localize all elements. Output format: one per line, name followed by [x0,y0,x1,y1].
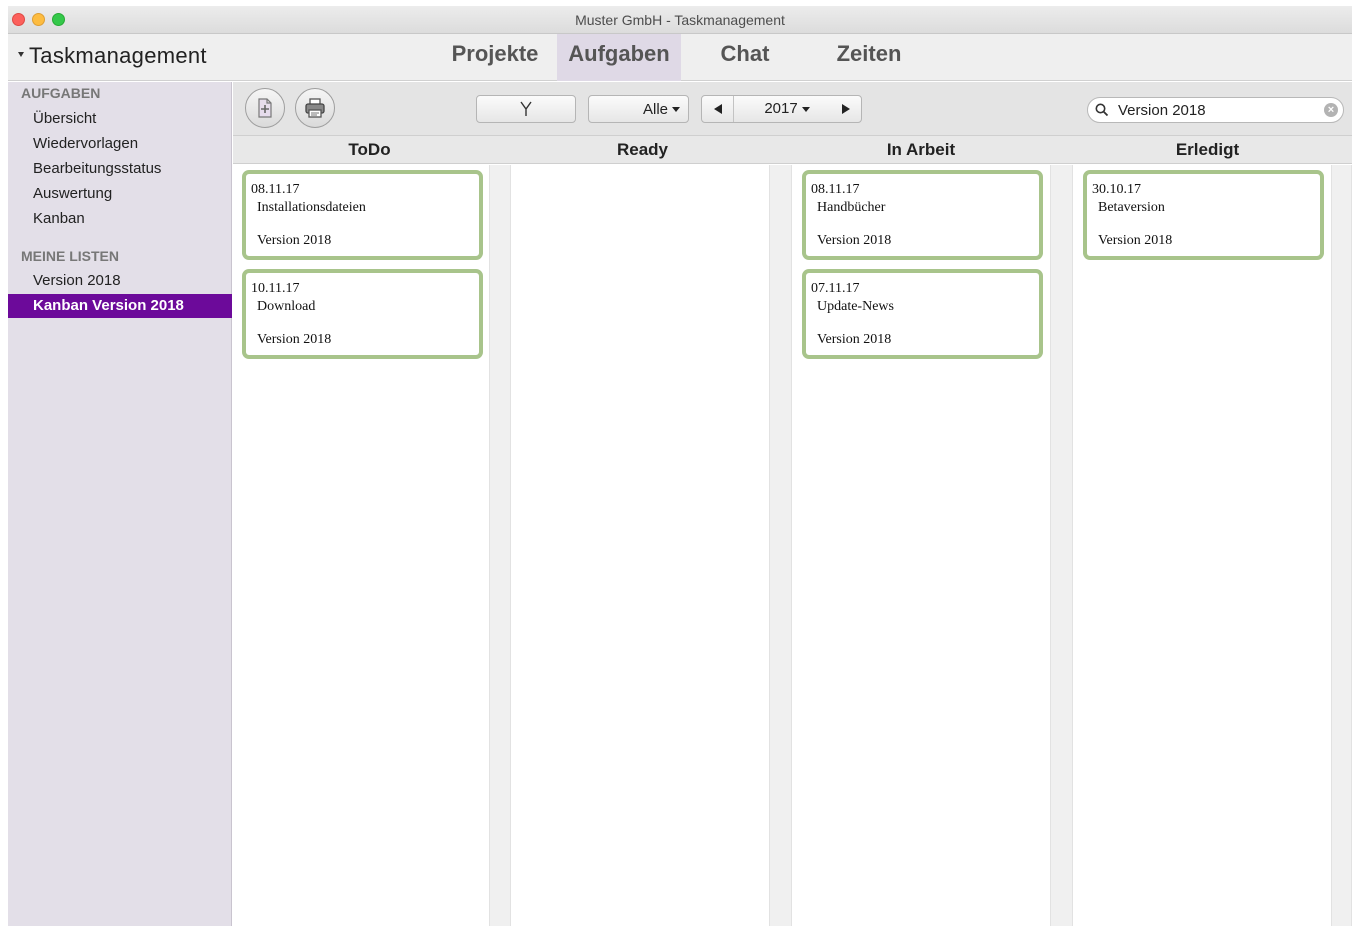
scope-select-value: Alle [642,100,668,118]
nav-tab-aufgaben[interactable]: Aufgaben [557,34,681,81]
app-title-label: Taskmanagement [29,43,207,68]
clear-search-icon[interactable]: × [1324,103,1338,117]
top-header: Taskmanagement Projekte Aufgaben Chat Ze… [8,34,1352,81]
search-field[interactable]: Version 2018 × [1087,97,1344,123]
sidebar: AUFGABEN Übersicht Wiedervorlagen Bearbe… [8,82,232,926]
card-version: Version 2018 [817,332,892,347]
new-task-button[interactable] [245,88,285,128]
filter-funnel-icon [520,101,532,116]
search-input[interactable]: Version 2018 [1118,102,1206,119]
sidebar-item-uebersicht[interactable]: Übersicht [8,107,232,131]
card-title: Update-News [817,299,894,314]
card-version: Version 2018 [1098,233,1173,248]
column-divider [769,165,792,926]
search-icon [1095,103,1109,117]
card-date: 10.11.17 [251,281,300,296]
arrow-left-icon [713,104,722,114]
column-header-ready: Ready [506,136,779,164]
column-divider [1331,165,1352,926]
card-title: Betaversion [1098,200,1165,215]
card-version: Version 2018 [257,332,332,347]
scope-select[interactable]: Alle [588,95,689,123]
column-header-erledigt: Erledigt [1063,136,1352,164]
sidebar-item-wiedervorlagen[interactable]: Wiedervorlagen [8,132,232,156]
card-date: 07.11.17 [811,281,860,296]
kanban-card[interactable]: 10.11.17 Download Version 2018 [242,269,483,359]
toolbar: Alle 2017 Version 2018 × [233,82,1352,136]
chevron-down-icon [672,106,680,112]
kanban-card[interactable]: 08.11.17 Handbücher Version 2018 [802,170,1043,260]
printer-icon [305,98,325,118]
sidebar-item-kanban[interactable]: Kanban [8,207,232,231]
print-button[interactable] [295,88,335,128]
sidebar-item-kanban-version-2018[interactable]: Kanban Version 2018 [8,294,232,318]
card-title: Handbücher [817,200,886,215]
app-window: Muster GmbH - Taskmanagement Taskmanagem… [8,6,1352,926]
column-ready [511,165,769,926]
sidebar-item-bearbeitungsstatus[interactable]: Bearbeitungsstatus [8,157,232,181]
app-title-menu[interactable]: Taskmanagement [18,43,207,69]
kanban-card[interactable]: 30.10.17 Betaversion Version 2018 [1083,170,1324,260]
next-year-button[interactable] [831,96,861,122]
year-select-value: 2017 [764,100,798,117]
window-title: Muster GmbH - Taskmanagement [575,12,785,28]
sidebar-item-version-2018[interactable]: Version 2018 [8,269,232,293]
sidebar-heading-meine-listen: MEINE LISTEN [21,248,120,264]
column-header-todo: ToDo [233,136,506,164]
title-bar: Muster GmbH - Taskmanagement [8,6,1352,34]
arrow-right-icon [842,104,850,114]
kanban-card[interactable]: 08.11.17 Installationsdateien Version 20… [242,170,483,260]
column-divider [489,165,511,926]
nav-tab-zeiten[interactable]: Zeiten [824,34,914,81]
disclosure-triangle-icon [18,51,24,57]
card-version: Version 2018 [817,233,892,248]
card-version: Version 2018 [257,233,332,248]
nav-tab-chat[interactable]: Chat [706,34,784,81]
previous-year-button[interactable] [702,96,734,122]
column-divider [1050,165,1073,926]
card-title: Download [257,299,316,314]
card-title: Installationsdateien [257,200,366,215]
sidebar-item-auswertung[interactable]: Auswertung [8,182,232,206]
column-erledigt [1073,165,1331,926]
card-date: 30.10.17 [1092,182,1141,197]
chevron-down-icon [801,106,810,112]
year-select[interactable]: 2017 [742,100,832,117]
sidebar-heading-aufgaben: AUFGABEN [21,85,101,101]
card-date: 08.11.17 [251,182,300,197]
filter-button[interactable] [476,95,576,123]
card-date: 08.11.17 [811,182,860,197]
year-navigator: 2017 [701,95,862,123]
new-document-icon [258,98,272,118]
column-header-in-arbeit: In Arbeit [779,136,1063,164]
kanban-card[interactable]: 07.11.17 Update-News Version 2018 [802,269,1043,359]
nav-tab-projekte[interactable]: Projekte [445,34,545,81]
